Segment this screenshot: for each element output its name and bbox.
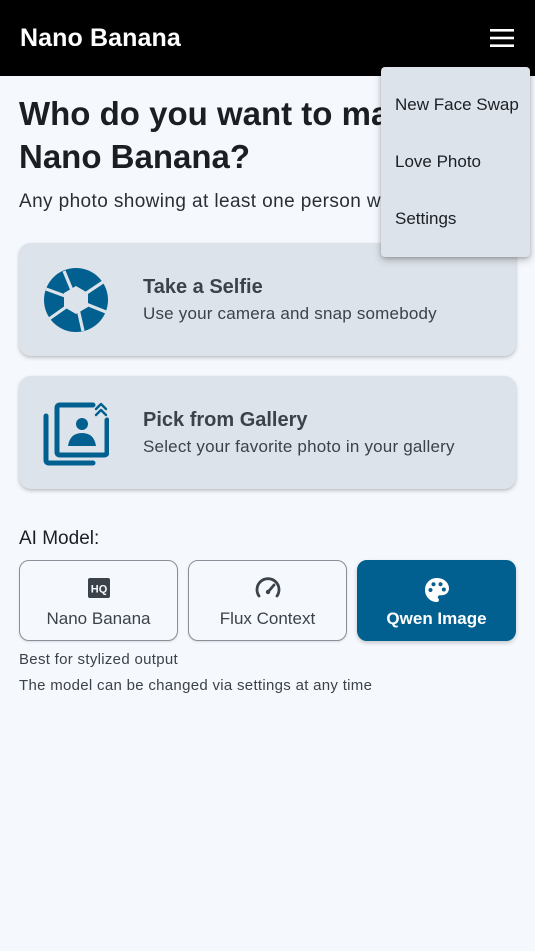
palette-icon (424, 578, 449, 602)
take-selfie-card[interactable]: Take a Selfie Use your camera and snap s… (19, 243, 516, 356)
model-label: Flux Context (219, 609, 316, 628)
model-option-flux-context[interactable]: Flux Context (188, 560, 347, 641)
gallery-photos-icon (43, 402, 109, 466)
camera-shutter-icon (44, 268, 108, 332)
card-title: Pick from Gallery (143, 409, 308, 431)
hamburger-menu-icon (490, 29, 514, 47)
menu-item-love-photo[interactable]: Love Photo (381, 133, 530, 190)
speedometer-icon (255, 577, 280, 598)
overflow-menu: New Face Swap Love Photo Settings (381, 67, 530, 257)
model-option-qwen-image[interactable]: Qwen Image (357, 560, 516, 641)
settings-note: The model can be changed via settings at… (19, 677, 373, 694)
model-label: Qwen Image (386, 609, 487, 628)
hq-icon: HQ (87, 578, 110, 598)
menu-button[interactable] (488, 24, 516, 52)
card-description: Use your camera and snap somebody (143, 304, 437, 323)
pick-gallery-card[interactable]: Pick from Gallery Select your favorite p… (19, 376, 516, 489)
app-title: Nano Banana (20, 23, 181, 52)
svg-text:HQ: HQ (90, 584, 107, 596)
app-bar: Nano Banana (0, 0, 535, 76)
menu-item-new-face-swap[interactable]: New Face Swap (381, 76, 530, 133)
ai-model-label: AI Model: (19, 528, 100, 549)
model-description: Best for stylized output (19, 651, 178, 668)
model-label: Nano Banana (46, 609, 151, 628)
model-option-nano-banana[interactable]: HQ Nano Banana (19, 560, 178, 641)
menu-item-settings[interactable]: Settings (381, 190, 530, 247)
card-description: Select your favorite photo in your galle… (143, 437, 455, 456)
card-title: Take a Selfie (143, 276, 263, 298)
